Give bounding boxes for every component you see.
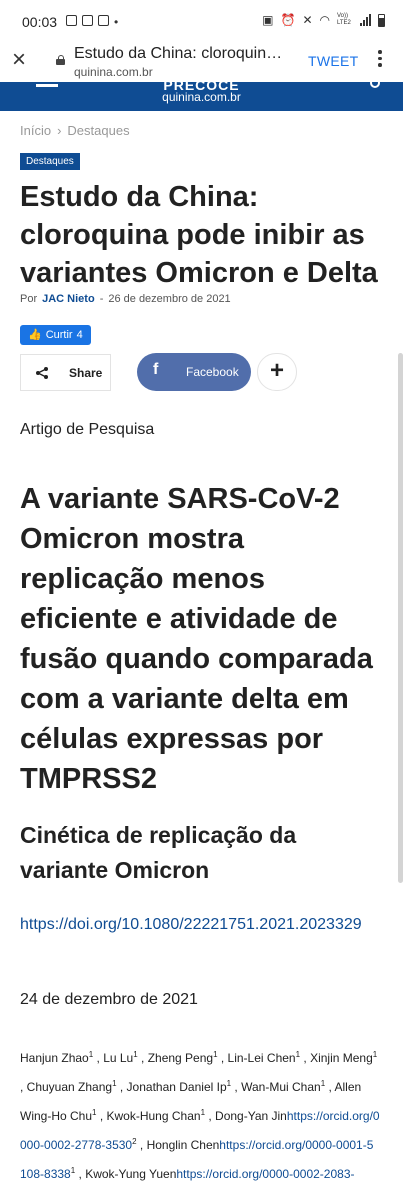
thumbs-up-icon: 👍 [28, 329, 42, 341]
bag-notification-icon [82, 15, 93, 26]
orcid-link[interactable]: https://orcid.org/0000-0002-2083- [176, 1167, 354, 1181]
site-header: PRECOCE quinina.com.br [0, 82, 403, 111]
author-item: Zheng Peng1 , [147, 1050, 228, 1065]
lock-icon[interactable] [56, 55, 65, 65]
site-logo-subtitle: quinina.com.br [162, 90, 241, 104]
author-affiliation: 1 [70, 1166, 76, 1175]
author-link[interactable]: JAC Nieto [42, 293, 95, 305]
author-affiliation: 1 [372, 1050, 378, 1059]
more-share-button[interactable]: + [257, 353, 297, 391]
like-label: Curtir [45, 329, 73, 341]
browser-toolbar: × Estudo da China: cloroquina pode inibi… [0, 44, 403, 82]
article-date: 26 de dezembro de 2021 [108, 293, 231, 305]
article-title: Estudo da China: cloroquina pode inibir … [20, 181, 378, 289]
author-name[interactable]: Wan-Mui Chan [241, 1080, 321, 1094]
by-prefix: Por [20, 293, 38, 305]
facebook-icon: f [153, 361, 159, 378]
signal-icon [360, 14, 371, 26]
article-type: Artigo de Pesquisa [20, 421, 155, 438]
dot-icon: • [114, 15, 119, 29]
author-name[interactable]: Xinjin Meng [310, 1051, 373, 1065]
author-name[interactable]: Jonathan Daniel Ip [127, 1080, 227, 1094]
author-affiliation: 1 [88, 1050, 94, 1059]
author-item: Kwok-Hung Chan1 , [106, 1108, 216, 1123]
like-count: 4 [76, 329, 83, 341]
notification-icons: • [66, 15, 118, 29]
author-affiliation: 1 [133, 1050, 138, 1059]
author-item: Jonathan Daniel Ip1 , [126, 1079, 242, 1094]
breadcrumb: Início › Destaques [20, 123, 130, 138]
author-affiliation: 1 [213, 1050, 218, 1059]
article-meta: Por JAC Nieto - 26 de dezembro de 2021 [20, 293, 231, 305]
page-url[interactable]: quinina.com.br [74, 65, 153, 79]
author-name[interactable]: Honglin Chen [147, 1138, 220, 1152]
author-name[interactable]: Lu Lu [103, 1051, 133, 1065]
system-icons: ▣ ⏰ ✕ ◠ Vo)) LTE2 [262, 13, 385, 27]
share-label: Share [69, 366, 103, 380]
status-time: 00:03 [22, 14, 58, 30]
author-item: Lu Lu1 , [103, 1050, 148, 1065]
share-icon [36, 367, 48, 379]
status-bar: 00:03 • ▣ ⏰ ✕ ◠ Vo)) LTE2 [0, 0, 403, 44]
gallery-notification-icon [66, 15, 77, 26]
category-tag[interactable]: Destaques [20, 153, 80, 170]
published-date: 24 de dezembro de 2021 [20, 991, 198, 1008]
author-name[interactable]: Hanjun Zhao [20, 1051, 89, 1065]
doi-link[interactable]: https://doi.org/10.1080/22221751.2021.20… [20, 912, 386, 938]
author-list: Hanjun Zhao1 , Lu Lu1 , Zheng Peng1 , Li… [20, 1042, 380, 1187]
meta-separator: - [99, 293, 104, 305]
article-headline: A variante SARS-CoV-2 Omicron mostra rep… [20, 483, 373, 795]
facebook-label: Facebook [186, 365, 239, 379]
article-subheading: Cinética de replicação da variante Omicr… [20, 822, 297, 883]
author-item: Hanjun Zhao1 , [20, 1050, 104, 1065]
author-affiliation: 1 [295, 1050, 301, 1059]
author-item: Chuyuan Zhang1 , [26, 1079, 127, 1094]
author-item: Kwok-Yung Yuenhttps://orcid.org/0000-000… [85, 1167, 354, 1181]
tweet-button[interactable]: TWEET [308, 53, 359, 69]
author-affiliation: 1 [226, 1079, 232, 1088]
author-name[interactable]: Kwok-Yung Yuen [85, 1167, 176, 1181]
author-name[interactable]: Chuyuan Zhang [27, 1080, 112, 1094]
author-affiliation: 2 [132, 1137, 137, 1146]
lock-status-icon: ▣ [262, 13, 274, 27]
author-name[interactable]: Zheng Peng [148, 1051, 213, 1065]
facebook-share-button[interactable]: f Facebook [137, 353, 251, 391]
author-affiliation: 1 [200, 1108, 206, 1117]
plus-icon: + [269, 357, 284, 384]
author-item: Lin-Lei Chen1 , [227, 1050, 311, 1065]
app-notification-icon [98, 15, 109, 26]
network-type-label: Vo)) LTE2 [337, 13, 351, 26]
mute-icon: ✕ [302, 13, 313, 27]
author-affiliation: 1 [112, 1079, 117, 1088]
wifi-icon: ◠ [319, 13, 330, 27]
breadcrumb-section[interactable]: Destaques [67, 123, 129, 138]
breadcrumb-separator: › [57, 123, 62, 138]
alarm-icon: ⏰ [280, 13, 296, 27]
battery-icon [378, 13, 385, 27]
breadcrumb-home[interactable]: Início [20, 123, 51, 138]
author-affiliation: 1 [320, 1079, 326, 1088]
author-name[interactable]: Dong-Yan Jin [215, 1109, 287, 1123]
share-button[interactable]: Share [20, 354, 111, 391]
author-affiliation: 1 [92, 1108, 97, 1117]
close-icon[interactable]: × [12, 48, 36, 72]
like-button[interactable]: 👍 Curtir 4 [20, 325, 91, 345]
author-item: Wan-Mui Chan1 , [241, 1079, 335, 1094]
page-title[interactable]: Estudo da China: cloroquina pode inibir … [74, 45, 290, 63]
author-name[interactable]: Lin-Lei Chen [228, 1051, 296, 1065]
scrollbar[interactable] [398, 353, 403, 883]
author-name[interactable]: Kwok-Hung Chan [107, 1109, 201, 1123]
more-options-icon[interactable] [374, 50, 386, 70]
